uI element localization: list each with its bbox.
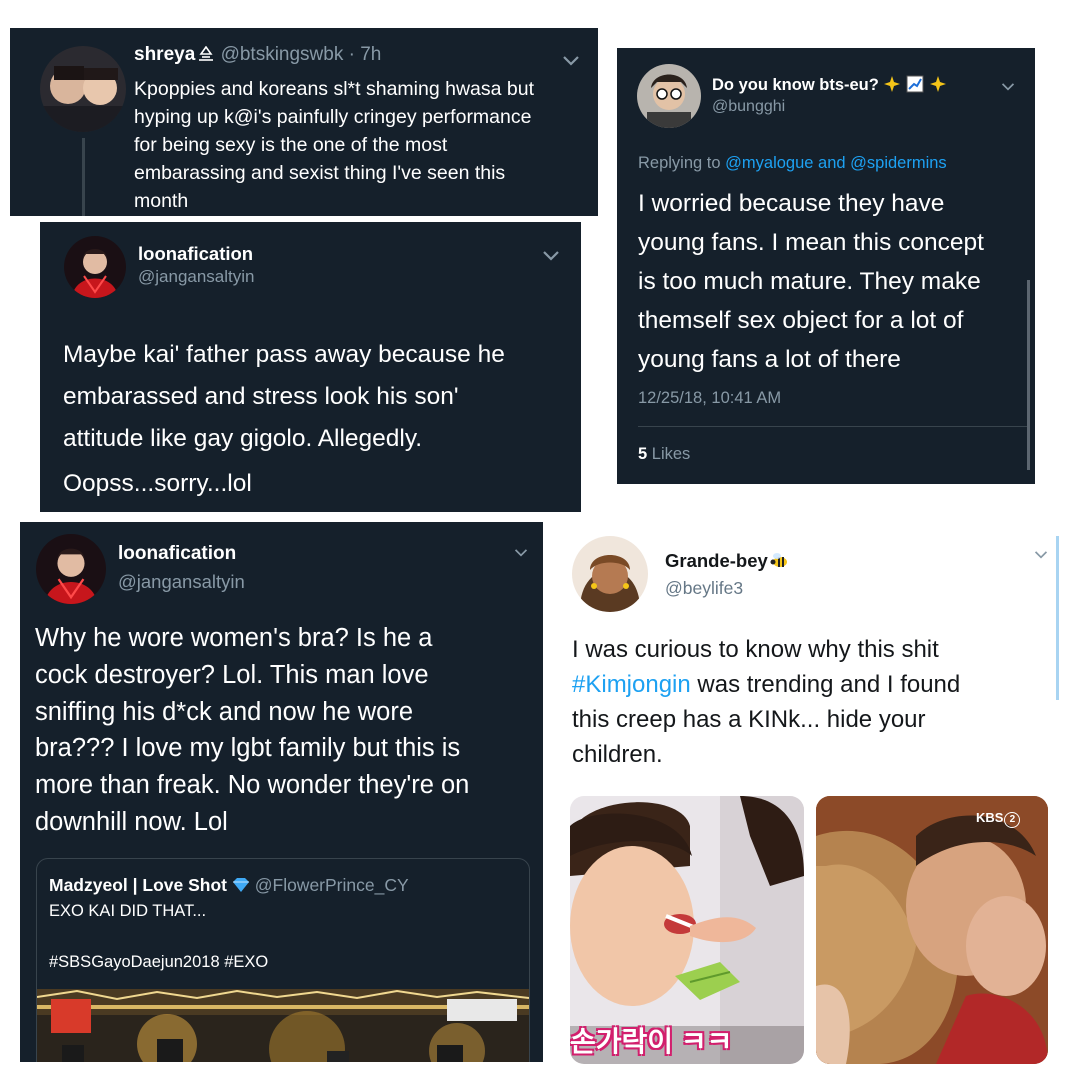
quote-media-thumbnail[interactable] [37, 989, 529, 1062]
quoted-tweet[interactable]: Madzyeol | Love Shot @FlowerPrince_CY EX… [36, 858, 530, 1062]
quote-display-name[interactable]: Madzyeol | Love Shot [49, 875, 227, 895]
tweet-body: I was curious to know why this shit #Kim… [572, 636, 961, 768]
chevron-down-icon[interactable] [1001, 82, 1015, 92]
avatar[interactable] [40, 46, 126, 132]
quote-body: EXO KAI DID THAT... [49, 902, 207, 920]
media-image-child[interactable]: 손가락이 ㅋㅋ [570, 796, 804, 1064]
handle[interactable]: @jangansaltyin [138, 267, 255, 287]
avatar[interactable] [637, 64, 701, 128]
handle[interactable]: @bungghi [712, 98, 785, 116]
chevron-down-icon[interactable] [542, 250, 560, 262]
sparkle-emoji-icon [929, 75, 947, 93]
chart-emoji-icon [906, 75, 924, 93]
chevron-down-icon[interactable] [562, 55, 580, 67]
tweet-body: I worried because they have young fans. … [638, 190, 984, 373]
scrollbar[interactable] [1056, 536, 1059, 700]
likes-count[interactable]: 5 Likes [638, 445, 690, 464]
tweet-card-loonafication-2: loonafication @jangansaltyin Why he wore… [20, 522, 543, 1062]
display-name[interactable]: Do you know bts-eu? [712, 76, 879, 94]
tweet-card-shreya: shreya @btskingswbk · 7h Kpoppies and ko… [10, 28, 598, 216]
tweet-body: Kpoppies and koreans sl*t shaming hwasa … [134, 78, 534, 212]
chevron-down-icon[interactable] [514, 548, 528, 558]
display-name[interactable]: shreya [134, 44, 195, 65]
handle[interactable]: @jangansaltyin [118, 571, 245, 593]
display-name[interactable]: loonafication [138, 243, 253, 265]
divider [638, 426, 1028, 427]
display-name[interactable]: Grande-bey [665, 550, 768, 571]
tweet-body: Maybe kai' father pass away because he e… [63, 341, 505, 452]
diamond-emoji-icon [232, 877, 250, 893]
reply-handles-link[interactable]: @myalogue and @spidermins [725, 154, 947, 172]
quote-hashtags[interactable]: #SBSGayoDaejun2018 #EXO [49, 953, 268, 972]
avatar[interactable] [572, 536, 648, 612]
handle[interactable]: @beylife3 [665, 578, 743, 599]
scrollbar[interactable] [1027, 280, 1030, 470]
sparkle-emoji-icon [197, 45, 215, 62]
replying-to: Replying to @myalogue and @spidermins [638, 154, 947, 172]
tweet-card-loonafication-1: loonafication @jangansaltyin Maybe kai' … [40, 222, 581, 512]
thread-line [82, 138, 85, 216]
tweet-body-last: Oopss...sorry...lol [63, 470, 252, 497]
handle[interactable]: @btskingswbk [221, 44, 344, 65]
chevron-down-icon[interactable] [1034, 550, 1048, 560]
tweet-timestamp[interactable]: 12/25/18, 10:41 AM [638, 389, 781, 408]
hashtag-link[interactable]: #Kimjongin [572, 671, 691, 698]
bee-emoji-icon [769, 552, 789, 568]
quote-handle[interactable]: @FlowerPrince_CY [255, 875, 409, 895]
kbs-watermark: KBS 2 [976, 810, 1021, 828]
sparkle-emoji-icon [883, 75, 901, 93]
tweet-card-bungghi: Do you know bts-eu? @bungghi Replying to… [617, 48, 1035, 484]
timestamp[interactable]: · 7h [349, 44, 382, 65]
avatar[interactable] [36, 534, 106, 604]
image-caption: 손가락이 ㅋㅋ [570, 1026, 733, 1057]
media-image-kiss[interactable]: KBS 2 [816, 796, 1048, 1064]
display-name[interactable]: loonafication [118, 543, 236, 565]
tweet-card-beylife3: Grande-bey @beylife3 I was curious to kn… [560, 530, 1070, 1070]
avatar[interactable] [64, 236, 126, 298]
tweet-body: Why he wore women's bra? Is he a cock de… [35, 624, 470, 836]
